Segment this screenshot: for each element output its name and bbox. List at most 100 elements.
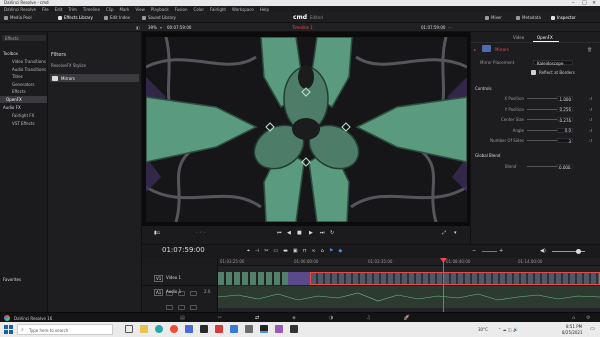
taskbar-search[interactable]: ⌕ Type here to search	[17, 324, 113, 335]
audio-clip-1[interactable]	[217, 286, 600, 308]
menu-item[interactable]: View	[135, 7, 145, 12]
tree-item[interactable]: Generators	[12, 82, 34, 87]
reset-icon[interactable]: ↺	[589, 138, 592, 143]
edge-icon[interactable]	[155, 325, 163, 333]
viewer-mode-icon[interactable]: ▮▫	[154, 230, 160, 236]
menu-item[interactable]: Clip	[106, 7, 114, 12]
blend-slider[interactable]	[527, 166, 557, 167]
inspector-button[interactable]: Inspector	[551, 15, 576, 20]
a1-label[interactable]: A1	[154, 289, 164, 296]
playhead[interactable]	[443, 258, 444, 312]
control-slider[interactable]	[527, 98, 557, 99]
menu-item[interactable]: Trim	[68, 7, 77, 12]
viewer-more-icon[interactable]: ▾	[454, 230, 457, 236]
menu-item[interactable]: Fusion	[175, 7, 188, 12]
tree-openfx[interactable]: OpenFX	[6, 97, 22, 102]
tree-item[interactable]: Effects	[12, 89, 26, 94]
project-manager-icon[interactable]: ⌂	[572, 315, 575, 321]
zoom-level[interactable]: 39%	[148, 25, 157, 30]
volume-knob[interactable]	[576, 249, 581, 254]
chrome-icon[interactable]	[170, 325, 178, 333]
app-blue-icon[interactable]	[230, 325, 238, 333]
tab-video[interactable]: Video	[513, 35, 524, 40]
control-value-field[interactable]: 0.256	[557, 106, 573, 112]
video-clip-1[interactable]	[218, 272, 288, 285]
snap-icon[interactable]: ⊓	[303, 248, 307, 254]
control-slider[interactable]	[527, 140, 557, 141]
timeline-zoom-slider[interactable]	[482, 251, 497, 252]
step-back-icon[interactable]: ◀	[287, 230, 291, 236]
app-purple-icon[interactable]	[275, 325, 283, 333]
overwrite-icon[interactable]: ▬	[283, 248, 288, 254]
effect-delete-icon[interactable]: 🗑	[587, 47, 592, 52]
page-edit-icon[interactable]: ⇄	[255, 315, 259, 321]
page-cut-icon[interactable]: ✂	[218, 315, 222, 321]
control-slider[interactable]	[527, 108, 557, 110]
video-clip-3-selected[interactable]	[310, 272, 600, 285]
control-value-field[interactable]: 1.000	[557, 96, 573, 102]
go-to-start-icon[interactable]: ⏮	[277, 230, 282, 236]
reset-icon[interactable]: ↺	[589, 107, 592, 112]
timeline-ruler[interactable]: 01:03:25:00 01:06:00:00 01:03:35:00 01:08:4…	[218, 258, 600, 266]
tree-item[interactable]: Video Transitions	[12, 59, 46, 64]
clock-time[interactable]: 8:51 PM	[566, 324, 582, 329]
control-slider[interactable]	[527, 119, 557, 120]
menu-item[interactable]: Playback	[151, 7, 169, 12]
page-fairlight-icon[interactable]: ♫	[366, 315, 370, 321]
favorites-header[interactable]: Favorites	[3, 277, 21, 282]
go-to-end-icon[interactable]: ⏭	[320, 230, 325, 236]
tray-icons[interactable]: ⌃ ☁ ◫ 🔊	[498, 327, 518, 332]
insert-icon[interactable]: ▭	[273, 248, 278, 254]
mirror-placement-select[interactable]: Kaleidoscope	[533, 60, 573, 66]
reflect-borders-checkbox[interactable]: Reflect at Borders	[531, 70, 575, 75]
a1-mute-icon[interactable]	[190, 305, 198, 310]
tree-audio-item[interactable]: VST Effects	[12, 121, 35, 126]
video-clip-2[interactable]	[288, 272, 310, 285]
a1-solo-icon[interactable]	[178, 305, 186, 310]
tree-item[interactable]: Audio Transitions	[12, 67, 46, 72]
page-color-icon[interactable]: ◑	[329, 315, 333, 321]
trim-tool-icon[interactable]: ⊣	[255, 248, 259, 254]
sound-library-button[interactable]: Sound Library	[142, 15, 176, 20]
file-explorer-icon[interactable]	[140, 325, 148, 333]
stop-icon[interactable]: ■	[297, 230, 302, 236]
terminal-icon[interactable]	[200, 325, 208, 333]
reset-icon[interactable]: ↺	[589, 117, 592, 122]
video-frame[interactable]	[146, 37, 467, 222]
media-pool-button[interactable]: Media Pool	[4, 15, 32, 20]
windows-start-icon[interactable]	[4, 325, 13, 334]
v1-label[interactable]: V1	[154, 275, 164, 282]
jog-icon[interactable]: · ◦ ·	[196, 230, 205, 236]
app-red-icon[interactable]	[215, 325, 223, 333]
filter-item-mirrors[interactable]: Mirrors	[50, 74, 139, 82]
flag-icon[interactable]: ⚑	[329, 248, 333, 254]
blend-value-field[interactable]: 0.000	[557, 164, 573, 170]
weather-text[interactable]: 30°C	[478, 327, 488, 332]
menu-item[interactable]: Timeline	[83, 7, 100, 12]
position-lock-icon[interactable]: ⌂	[321, 248, 324, 254]
tree-audio-item[interactable]: Fairlight FX	[12, 113, 34, 118]
timeline-name[interactable]: Timeline 1	[292, 25, 313, 30]
page-media-icon[interactable]: ▤	[180, 315, 185, 321]
mixer-button[interactable]: Mixer	[485, 15, 502, 20]
effects-search-bar[interactable]: Effects	[2, 35, 46, 41]
effect-collapse-icon[interactable]: ▸	[474, 47, 476, 52]
tree-toolbox[interactable]: Toolbox	[3, 51, 18, 56]
reset-icon[interactable]: ↺	[589, 96, 592, 101]
page-deliver-icon[interactable]: 🚀	[404, 315, 410, 321]
tab-openfx[interactable]: OpenFX	[537, 35, 553, 40]
selection-tool-icon[interactable]: ⌖	[247, 248, 250, 254]
replace-icon[interactable]: ▣	[293, 248, 298, 254]
menu-item[interactable]: Mark	[120, 7, 130, 12]
effect-enable-icon[interactable]	[482, 45, 491, 52]
marker-icon[interactable]: ◆	[338, 248, 342, 254]
link-icon[interactable]: ∞	[312, 248, 316, 254]
control-value-field[interactable]: 0.0	[557, 127, 573, 133]
control-value-field[interactable]: 0.276	[557, 117, 573, 123]
clock-date[interactable]: 8/25/2021	[562, 330, 583, 335]
zoom-chevron-icon[interactable]: ▾	[160, 25, 162, 30]
viewer-options-icon[interactable]: ···	[448, 25, 452, 30]
edit-index-button[interactable]: Edit Index	[104, 15, 130, 20]
metadata-button[interactable]: Metadata	[516, 15, 541, 20]
tree-item[interactable]: Titles	[12, 74, 23, 79]
